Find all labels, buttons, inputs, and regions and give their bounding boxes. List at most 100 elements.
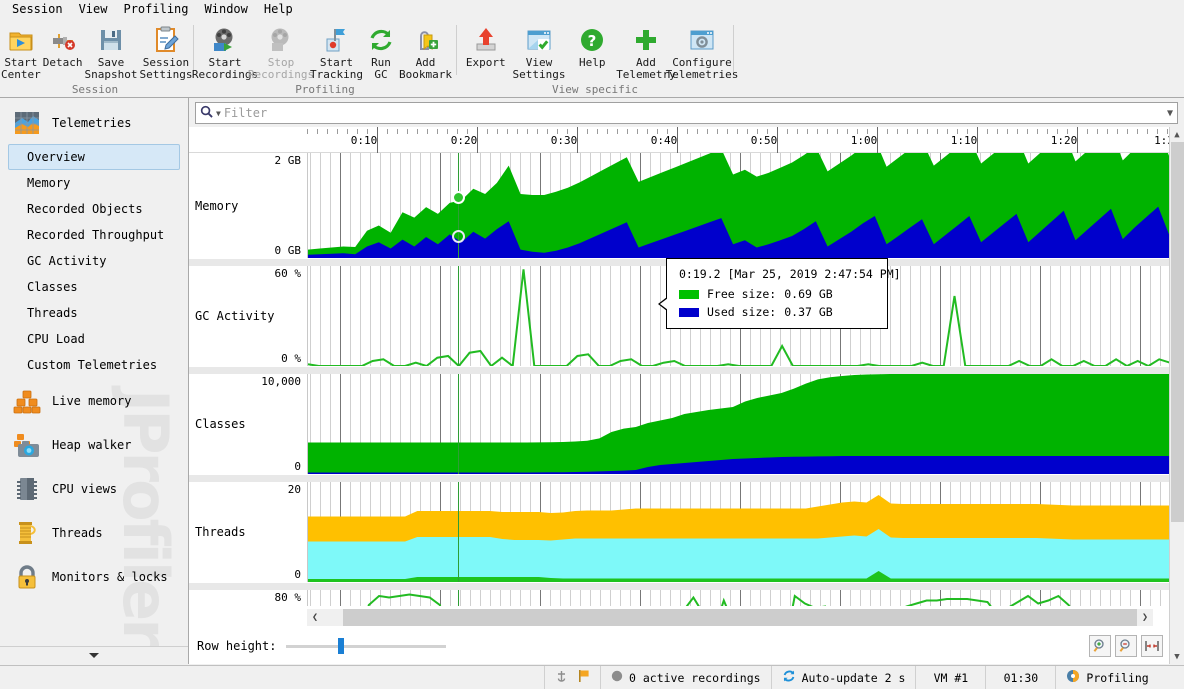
vscroll-thumb[interactable] (1170, 142, 1184, 522)
time-tick-label: 1:00 (850, 134, 878, 147)
sidebar-section-threads[interactable]: Threads (0, 510, 188, 554)
content-area: ▼ Filter ▼ 0:10 0:20 0:30 0:40 0:50 1:00 1:10 1… (189, 98, 1184, 664)
status-autoupdate[interactable]: Auto-update 2 s (772, 665, 917, 689)
menu-session[interactable]: Session (4, 0, 71, 18)
status-mode[interactable]: Profiling (1056, 666, 1158, 689)
sidebar-scroll-down-button[interactable] (0, 646, 188, 664)
sidebar: JProfiler Telemetries Overview Memory Re… (0, 98, 189, 664)
scroll-left-icon[interactable]: ❮ (307, 609, 323, 626)
toolbar: Start Center Detach Save Snapshot Sessio… (0, 19, 1184, 98)
tooltip-free-label: Free size: (707, 287, 777, 301)
session-settings-button[interactable]: Session Settings (138, 23, 193, 83)
run-gc-button[interactable]: Run GC (364, 23, 398, 83)
status-recordings-label: 0 active recordings (629, 670, 761, 685)
sidebar-item-recorded-throughput[interactable]: Recorded Throughput (8, 222, 180, 248)
sidebar-item-cpu-load[interactable]: CPU Load (8, 326, 180, 352)
status-vm[interactable]: VM #1 (916, 665, 987, 689)
scroll-right-icon[interactable]: ❯ (1137, 609, 1153, 626)
start-center-button[interactable]: Start Center (0, 23, 42, 83)
tooltip-tail-fill (660, 298, 668, 310)
chart-row-divider[interactable] (189, 582, 1169, 590)
vertical-scrollbar[interactable]: ▲ ▼ (1169, 127, 1184, 664)
sidebar-item-gc-activity[interactable]: GC Activity (8, 248, 180, 274)
view-settings-button[interactable]: View Settings (512, 23, 567, 83)
start-tracking-label: Start Tracking (310, 56, 363, 81)
time-tick-label: 1:20 (1050, 134, 1078, 147)
row-height-knob[interactable] (338, 638, 345, 654)
menu-help[interactable]: Help (256, 0, 301, 18)
hscroll-track[interactable] (323, 608, 1137, 626)
sidebar-section-live-memory[interactable]: Live memory (0, 378, 188, 422)
sidebar-item-recorded-objects[interactable]: Recorded Objects (8, 196, 180, 222)
toolbar-filler (737, 19, 1184, 97)
scroll-up-icon[interactable]: ▲ (1170, 127, 1184, 142)
scroll-down-icon[interactable]: ▼ (1170, 649, 1184, 664)
add-bookmark-button[interactable]: Add Bookmark (398, 23, 453, 83)
stop-recordings-button[interactable]: Stop Recordings (248, 23, 314, 83)
time-axis-labels: 0:10 0:20 0:30 0:40 0:50 1:00 1:10 1:20 1:3 (189, 127, 1169, 153)
help-button[interactable]: ? Help (566, 23, 618, 71)
horizontal-scrollbar[interactable]: ❮ ❯ (307, 608, 1153, 626)
zoom-out-button[interactable] (1115, 635, 1137, 657)
toolbar-group-session: Start Center Detach Save Snapshot Sessio… (0, 19, 193, 97)
time-cursor-line[interactable] (458, 266, 459, 366)
sidebar-section-telemetries[interactable]: Telemetries (0, 98, 188, 144)
sidebar-section-monitors-locks[interactable]: Monitors & locks (0, 554, 188, 598)
chart-plot-classes[interactable] (307, 374, 1169, 474)
search-input[interactable]: ▼ Filter ▼ (195, 102, 1178, 124)
configure-telemetries-button[interactable]: Configure Telemetries (666, 23, 738, 83)
export-button[interactable]: Export (460, 23, 512, 71)
stop-recordings-icon (266, 25, 296, 55)
time-cursor-line[interactable] (458, 374, 459, 474)
time-cursor-line[interactable] (458, 482, 459, 582)
fit-width-button[interactable] (1141, 635, 1163, 657)
chevron-down-icon[interactable]: ▼ (216, 109, 221, 118)
chart-row-divider[interactable] (189, 366, 1169, 374)
hscroll-thumb[interactable] (343, 608, 1137, 626)
filter-dropdown-icon[interactable]: ▼ (1167, 108, 1173, 119)
heap-walker-icon (12, 430, 42, 460)
sidebar-item-memory[interactable]: Memory (8, 170, 180, 196)
chart-plot-memory[interactable] (307, 153, 1169, 258)
detach-button[interactable]: Detach (42, 23, 84, 71)
svg-text:?: ? (588, 32, 597, 50)
chart-row-threads: 20 Threads 0 (189, 482, 1169, 582)
chart-row-labels-threads: 20 Threads 0 (189, 482, 307, 582)
save-snapshot-button[interactable]: Save Snapshot (84, 23, 139, 83)
status-recordings[interactable]: 0 active recordings (601, 665, 772, 689)
time-cursor-line[interactable] (458, 590, 459, 606)
sidebar-item-threads[interactable]: Threads (8, 300, 180, 326)
y-axis-max-classes: 10,000 (261, 375, 301, 388)
session-settings-icon (151, 25, 181, 55)
start-tracking-button[interactable]: Start Tracking (309, 23, 364, 83)
chart-tooltip: 0:19.2 [Mar 25, 2019 2:47:54 PM] Free si… (658, 258, 901, 329)
sidebar-item-custom-telemetries[interactable]: Custom Telemetries (8, 352, 180, 378)
menu-window[interactable]: Window (197, 0, 256, 18)
time-tick-label: 0:40 (650, 134, 678, 147)
chart-plot-threads[interactable] (307, 482, 1169, 582)
start-center-label: Start Center (1, 56, 41, 81)
sidebar-section-heap-walker[interactable]: Heap walker (0, 422, 188, 466)
status-elapsed-label: 01:30 (1003, 670, 1039, 685)
chart-column: 0:10 0:20 0:30 0:40 0:50 1:00 1:10 1:20 1:3 2 GB… (189, 127, 1169, 664)
sidebar-item-overview[interactable]: Overview (8, 144, 180, 170)
export-icon (471, 25, 501, 55)
chart-row-labels-gc-activity: 60 % GC Activity 0 % (189, 266, 307, 366)
row-height-slider[interactable] (286, 638, 447, 654)
vscroll-track[interactable] (1169, 142, 1184, 649)
menu-view[interactable]: View (71, 0, 116, 18)
horizontal-scroll-row: ❮ ❯ (189, 606, 1169, 628)
row-height-label: Row height: (197, 639, 277, 653)
start-recordings-button[interactable]: Start Recordings (192, 23, 258, 83)
anchor-icon[interactable] (555, 669, 568, 686)
zoom-in-button[interactable] (1089, 635, 1111, 657)
fit-width-icon (1145, 641, 1159, 651)
chart-plot-cpu-load[interactable] (307, 590, 1169, 606)
bookmark-flag-icon[interactable] (578, 669, 590, 686)
help-label: Help (578, 56, 606, 69)
chart-row-divider[interactable] (189, 474, 1169, 482)
menu-profiling[interactable]: Profiling (115, 0, 196, 18)
status-markers[interactable] (545, 665, 601, 689)
sidebar-section-cpu-views[interactable]: CPU views (0, 466, 188, 510)
sidebar-item-classes[interactable]: Classes (8, 274, 180, 300)
